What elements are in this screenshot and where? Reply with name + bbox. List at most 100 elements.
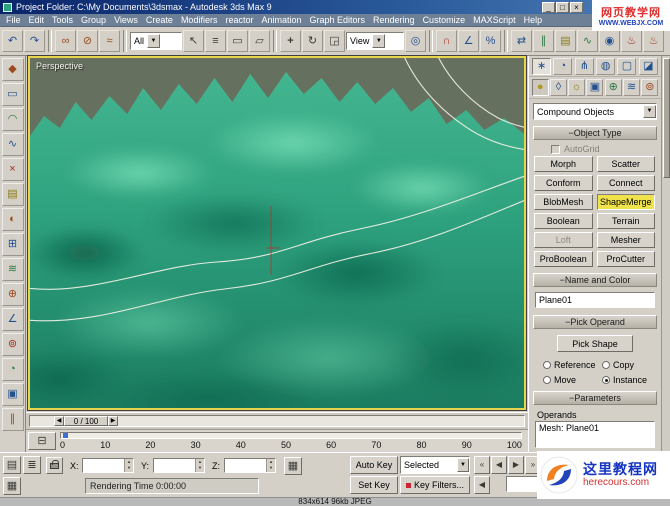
material-editor-button[interactable] [599, 30, 620, 52]
time-slider-value[interactable]: 0 / 100 [64, 416, 108, 426]
percent-snap-button[interactable] [480, 30, 501, 52]
scrollbar-thumb[interactable] [663, 58, 670, 178]
use-pivot-center-button[interactable] [405, 30, 426, 52]
left-toolbar-button[interactable] [1, 208, 24, 231]
select-and-rotate-button[interactable] [302, 30, 323, 52]
go-to-start-button[interactable] [474, 456, 490, 474]
left-toolbar-button[interactable] [1, 183, 24, 206]
z-coord-field[interactable]: ▲ ▼ [224, 458, 276, 473]
menu-item-maxscript[interactable]: MAXScript [469, 14, 520, 26]
select-and-move-button[interactable] [280, 30, 301, 52]
tab-utilities[interactable] [638, 58, 658, 75]
x-coord-field[interactable]: ▲ ▼ [82, 458, 134, 473]
next-frame-arrow-icon[interactable]: ▶ [108, 416, 118, 426]
left-toolbar-button[interactable] [1, 58, 24, 81]
left-toolbar-button[interactable] [1, 158, 24, 181]
radio-move[interactable]: Move [543, 375, 602, 385]
reference-coordinate-dropdown[interactable]: View ▼ [346, 32, 404, 50]
scatter-button[interactable]: Scatter [596, 156, 655, 172]
spinner-icon[interactable]: ▲ ▼ [266, 459, 275, 472]
left-toolbar-button[interactable] [1, 283, 24, 306]
close-button[interactable]: × [570, 1, 583, 13]
category-spacewarps[interactable] [623, 79, 641, 96]
menu-item-help[interactable]: Help [520, 14, 547, 26]
category-geometry[interactable] [531, 79, 549, 96]
trackbar-strip[interactable] [60, 432, 522, 439]
loft-button[interactable]: Loft [534, 232, 593, 248]
selection-set-dropdown[interactable]: Selected ▼ [400, 456, 470, 474]
object-name-field[interactable] [535, 292, 655, 308]
rollout-parameters[interactable]: Parameters [533, 391, 657, 405]
tab-create[interactable] [532, 58, 552, 75]
prev-frame-arrow-icon[interactable]: ◀ [54, 416, 64, 426]
left-toolbar-button[interactable] [1, 83, 24, 106]
render-setup-button[interactable] [621, 30, 642, 52]
rollout-pick-operand[interactable]: Pick Operand [533, 315, 657, 329]
menu-item-rendering[interactable]: Rendering [369, 14, 419, 26]
command-panel-scrollbar[interactable] [661, 56, 670, 452]
y-coord-field[interactable]: ▲ ▼ [153, 458, 205, 473]
morph-button[interactable]: Morph [534, 156, 593, 172]
tab-modify[interactable] [553, 58, 573, 75]
redo-button[interactable] [24, 30, 45, 52]
quick-render-button[interactable] [643, 30, 664, 52]
left-toolbar-button[interactable] [1, 258, 24, 281]
menu-item-group[interactable]: Group [77, 14, 110, 26]
category-lights[interactable] [568, 79, 586, 96]
select-by-name-button[interactable] [205, 30, 226, 52]
menu-item-tools[interactable]: Tools [48, 14, 77, 26]
time-slider-track[interactable]: ◀ 0 / 100 ▶ [29, 415, 525, 427]
spinner-icon[interactable]: ▲ ▼ [195, 459, 204, 472]
left-toolbar-button[interactable] [1, 133, 24, 156]
operand-item[interactable]: Mesh: Plane01 [539, 423, 651, 433]
layer-manager-button[interactable] [555, 30, 576, 52]
blobmesh-button[interactable]: BlobMesh [534, 194, 593, 210]
frame-back-button[interactable] [474, 476, 490, 494]
perspective-viewport[interactable]: Perspective [27, 55, 527, 411]
conform-button[interactable]: Conform [534, 175, 593, 191]
tab-display[interactable] [617, 58, 637, 75]
align-button[interactable] [533, 30, 554, 52]
menu-item-modifiers[interactable]: Modifiers [177, 14, 222, 26]
time-slider-handle[interactable]: ◀ 0 / 100 ▶ [54, 416, 118, 426]
menu-item-graph-editors[interactable]: Graph Editors [306, 14, 370, 26]
object-category-dropdown[interactable]: Compound Objects ▼ [533, 103, 657, 120]
maximize-button[interactable]: □ [556, 1, 569, 13]
grid-toggle-button[interactable] [284, 457, 302, 475]
viewport-label[interactable]: Perspective [36, 61, 83, 71]
snap-toggle-button[interactable] [436, 30, 457, 52]
proboolean-button[interactable]: ProBoolean [534, 251, 593, 267]
left-toolbar-button[interactable] [1, 383, 24, 406]
tab-motion[interactable] [596, 58, 616, 75]
menu-item-animation[interactable]: Animation [257, 14, 305, 26]
maxscript-listener-button[interactable] [3, 456, 21, 474]
menu-item-file[interactable]: File [2, 14, 25, 26]
select-object-button[interactable] [183, 30, 204, 52]
menu-item-edit[interactable]: Edit [25, 14, 49, 26]
prompt-toggle-button[interactable] [3, 477, 21, 495]
auto-key-button[interactable]: Auto Key [350, 456, 398, 474]
left-toolbar-button[interactable] [1, 333, 24, 356]
spinner-icon[interactable]: ▲ ▼ [124, 459, 133, 472]
menu-item-reactor[interactable]: reactor [221, 14, 257, 26]
select-and-scale-button[interactable] [324, 30, 345, 52]
unlink-selection-button[interactable] [77, 30, 98, 52]
viewport-canvas[interactable] [30, 58, 524, 408]
procutter-button[interactable]: ProCutter [596, 251, 655, 267]
pick-shape-button[interactable]: Pick Shape [557, 335, 633, 352]
mesher-button[interactable]: Mesher [596, 232, 655, 248]
autogrid-checkbox[interactable] [551, 144, 560, 154]
menu-item-views[interactable]: Views [110, 14, 142, 26]
category-cameras[interactable] [586, 79, 604, 96]
macro-recorder-button[interactable] [23, 456, 41, 474]
key-filters-button[interactable]: Key Filters... [400, 476, 470, 494]
shapemerge-button[interactable]: ShapeMerge [596, 194, 655, 210]
set-key-button[interactable]: Set Key [350, 476, 398, 494]
previous-frame-button[interactable] [491, 456, 507, 474]
boolean-button[interactable]: Boolean [534, 213, 593, 229]
rollout-name-and-color[interactable]: Name and Color [533, 273, 657, 287]
selection-lock-button[interactable] [46, 457, 63, 474]
left-toolbar-button[interactable] [1, 108, 24, 131]
left-toolbar-button[interactable] [1, 358, 24, 381]
category-helpers[interactable] [604, 79, 622, 96]
